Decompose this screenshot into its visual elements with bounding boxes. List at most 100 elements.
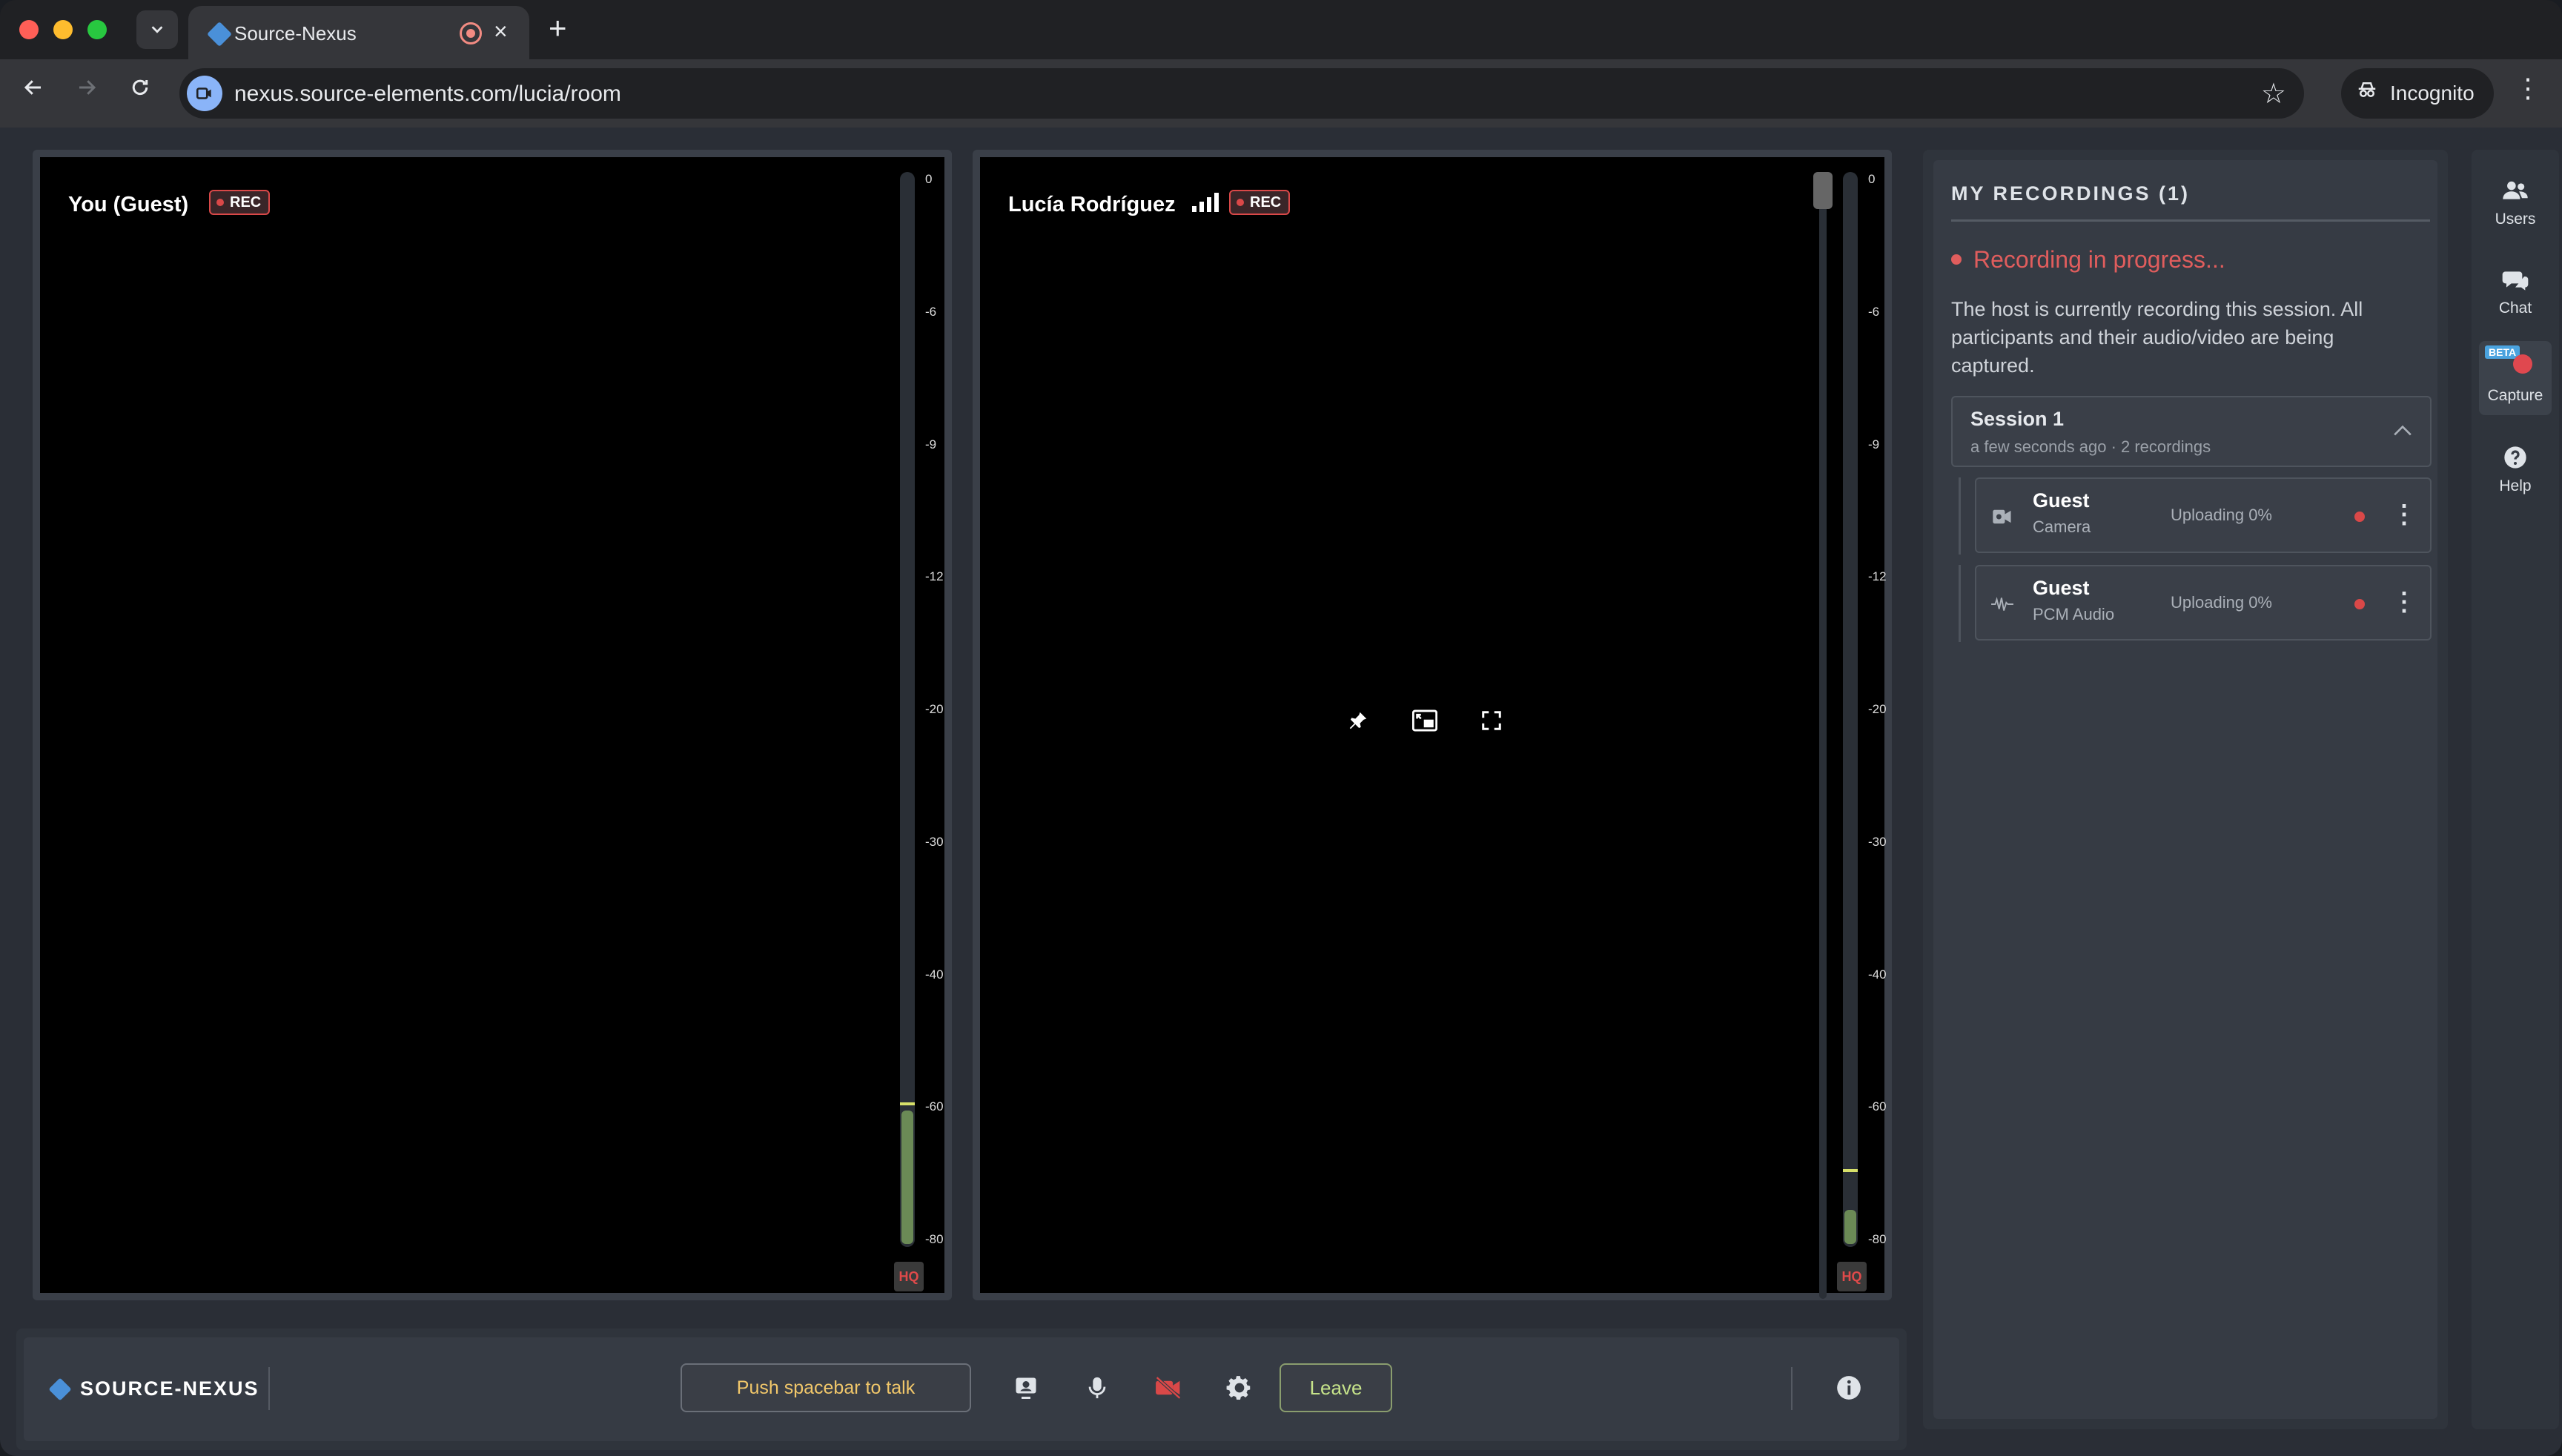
- leave-button[interactable]: Leave: [1280, 1363, 1392, 1412]
- video-tile-self[interactable]: You (Guest) REC 0 -6 -9 -12 -20 -30 -40 -60 -80 …: [33, 150, 952, 1300]
- rail-label: Chat: [2498, 300, 2532, 317]
- new-tab-button[interactable]: +: [549, 10, 567, 46]
- browser-toolbar: nexus.source-elements.com/lucia/room ☆ I…: [0, 59, 2562, 128]
- recording-dot-icon: [2354, 599, 2365, 609]
- forward-button[interactable]: [68, 74, 105, 105]
- recordings-panel: MY RECORDINGS (1) Recording in progress.…: [1923, 150, 2448, 1429]
- recording-indicator-icon: [460, 22, 482, 44]
- address-bar[interactable]: nexus.source-elements.com/lucia/room ☆: [179, 68, 2304, 119]
- recording-item[interactable]: Guest PCM Audio Uploading 0% ⋮: [1975, 565, 2432, 641]
- control-bar: SOURCE-NEXUS Push spacebar to talk Leave: [16, 1328, 1907, 1450]
- recording-type: PCM Audio: [2033, 605, 2115, 623]
- rail-chat[interactable]: Chat: [2479, 254, 2552, 328]
- upload-status: Uploading 0%: [2171, 593, 2272, 612]
- picture-in-picture-icon[interactable]: [1410, 706, 1440, 735]
- meter-tick-label: -6: [1868, 304, 1880, 319]
- recording-dot-icon: [2354, 512, 2365, 522]
- session-header[interactable]: Session 1 a few seconds ago · 2 recordin…: [1951, 396, 2432, 467]
- fullscreen-icon[interactable]: [1477, 706, 1506, 735]
- upload-status: Uploading 0%: [2171, 506, 2272, 524]
- session-subtitle: a few seconds ago · 2 recordings: [1970, 437, 2211, 456]
- pin-icon[interactable]: [1343, 706, 1373, 735]
- microphone-icon: [1088, 1377, 1106, 1399]
- rail-capture[interactable]: BETA Capture: [2479, 341, 2552, 415]
- info-icon: [1837, 1376, 1861, 1400]
- browser-window: Source-Nexus × + nexus.source-elements.c…: [0, 0, 2562, 1456]
- more-options-icon[interactable]: ⋮: [2391, 500, 2417, 529]
- meter-tick-label: -6: [925, 304, 937, 319]
- participant-name: Lucía Rodríguez: [1008, 193, 1176, 216]
- meter-tick-label: -40: [925, 967, 944, 982]
- audio-level-meter: [1843, 172, 1858, 1247]
- gear-icon: [1226, 1376, 1251, 1400]
- rail-label: Help: [2499, 477, 2532, 494]
- control-bar-inner: SOURCE-NEXUS Push spacebar to talk Leave: [24, 1337, 1899, 1441]
- microphone-button[interactable]: [1076, 1367, 1118, 1409]
- meter-tick-label: -12: [925, 569, 944, 584]
- recording-item[interactable]: Guest Camera Uploading 0% ⋮: [1975, 477, 2432, 553]
- incognito-indicator[interactable]: Incognito: [2341, 68, 2494, 119]
- recording-status-text: Recording in progress...: [1973, 246, 2225, 273]
- rail-users[interactable]: Users: [2479, 165, 2552, 239]
- meter-level-fill: [901, 1111, 913, 1244]
- hq-indicator[interactable]: HQ: [894, 1262, 924, 1291]
- meter-tick-label: -9: [925, 437, 937, 451]
- session-title: Session 1: [1970, 408, 2065, 430]
- reload-button[interactable]: [122, 74, 159, 105]
- hq-indicator[interactable]: HQ: [1837, 1262, 1867, 1291]
- meter-tick-label: -60: [1868, 1099, 1887, 1114]
- arrow-left-icon: [24, 80, 41, 95]
- meter-tick-label: 0: [925, 172, 933, 186]
- browser-menu-icon[interactable]: ⋮: [2515, 73, 2541, 104]
- recording-dot-icon: [1951, 254, 1962, 265]
- url-text[interactable]: nexus.source-elements.com/lucia/room: [234, 82, 621, 107]
- meter-tick-label: 0: [1868, 172, 1876, 186]
- chevron-up-icon[interactable]: [2393, 418, 2412, 443]
- meter-tick-label: -12: [1868, 569, 1887, 584]
- recordings-panel-inner: MY RECORDINGS (1) Recording in progress.…: [1933, 160, 2437, 1419]
- push-to-talk-button[interactable]: Push spacebar to talk: [681, 1363, 971, 1412]
- video-tile-remote[interactable]: Lucía Rodríguez REC 0 -6 -9 -12 -20 -30 …: [973, 150, 1892, 1300]
- camera-toggle-button[interactable]: [1148, 1367, 1189, 1409]
- brand-logo-icon: [48, 1377, 72, 1401]
- bookmark-star-icon[interactable]: ☆: [2261, 77, 2286, 110]
- recording-type: Camera: [2033, 517, 2091, 536]
- meter-tick-label: -30: [925, 834, 944, 849]
- volume-fader[interactable]: [1813, 172, 1833, 1299]
- close-tab-icon[interactable]: ×: [494, 18, 508, 45]
- meter-peak-marker: [900, 1102, 915, 1106]
- rail-label: Users: [2495, 211, 2536, 228]
- meter-level-fill: [1844, 1210, 1856, 1244]
- maximize-window-button[interactable]: [87, 20, 107, 39]
- meter-tick-label: -30: [1868, 834, 1887, 849]
- divider: [1951, 219, 2430, 222]
- more-options-icon[interactable]: ⋮: [2391, 587, 2417, 617]
- meter-tick-label: -9: [1868, 437, 1880, 451]
- settings-button[interactable]: [1219, 1367, 1260, 1409]
- help-icon: [2501, 443, 2529, 471]
- screen-share-button[interactable]: [1005, 1367, 1047, 1409]
- divider: [268, 1367, 270, 1410]
- back-button[interactable]: [15, 74, 52, 105]
- minimize-window-button[interactable]: [53, 20, 73, 39]
- users-icon: [2501, 176, 2529, 205]
- chat-icon: [2501, 265, 2529, 294]
- volume-fader-handle[interactable]: [1813, 172, 1833, 209]
- recording-owner: Guest: [2033, 489, 2090, 512]
- panel-title: MY RECORDINGS (1): [1951, 182, 2191, 205]
- site-info-icon[interactable]: [187, 76, 222, 111]
- meter-tick-label: -80: [925, 1232, 944, 1246]
- brand-name: SOURCE-NEXUS: [80, 1377, 259, 1400]
- participant-name: You (Guest): [68, 193, 189, 216]
- rec-badge: REC: [1229, 190, 1291, 215]
- meter-scale: 0 -6 -9 -12 -20 -30 -40 -60 -80: [1868, 172, 1898, 1247]
- rail-help[interactable]: Help: [2479, 431, 2552, 506]
- browser-tab[interactable]: Source-Nexus ×: [188, 6, 529, 59]
- recording-owner: Guest: [2033, 577, 2090, 599]
- recording-status: Recording in progress...: [1951, 246, 2225, 274]
- signal-strength-icon: [1192, 193, 1219, 212]
- info-button[interactable]: [1828, 1367, 1870, 1409]
- tab-search-button[interactable]: [136, 10, 178, 49]
- tree-line: [1959, 477, 1961, 555]
- close-window-button[interactable]: [19, 20, 39, 39]
